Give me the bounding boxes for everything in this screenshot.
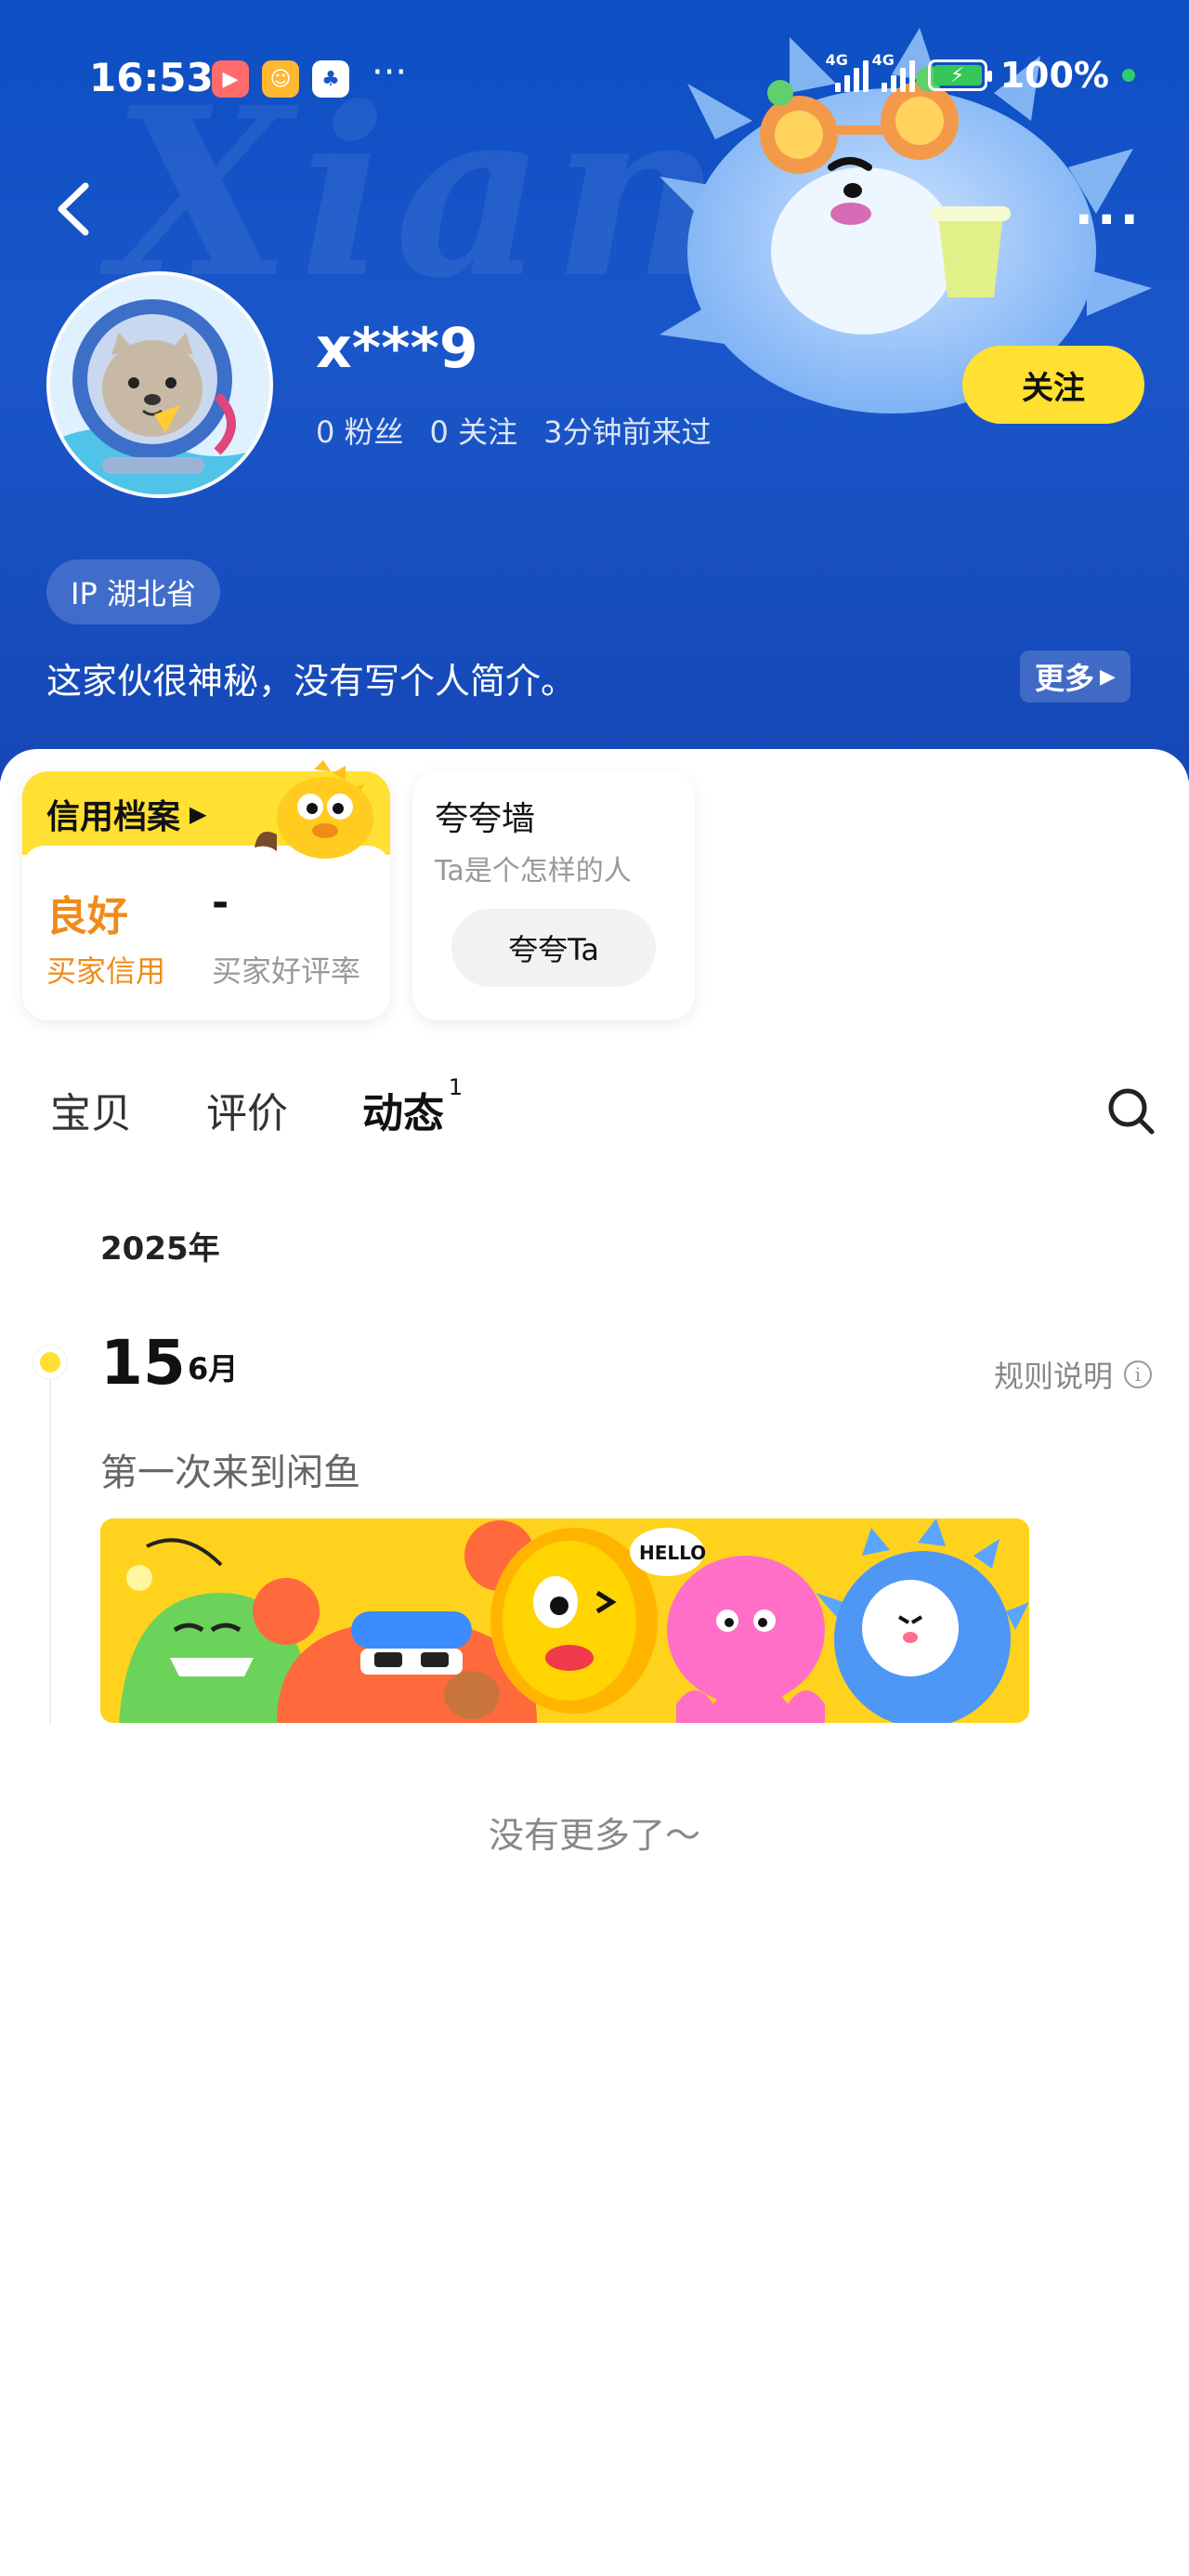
profile-header: Xianyu 16:53 ▶ ☺ ♣ ··· 4G 4G ⚡ 100% ··· … [0, 0, 1189, 781]
buyer-credit-label: 买家信用 [46, 953, 166, 989]
caret-right-icon: ▶ [1100, 664, 1116, 689]
status-time: 16:53 [89, 55, 214, 100]
status-app-icons: ▶ ☺ ♣ [212, 60, 349, 98]
more-button[interactable]: 更多 ▶ [1020, 651, 1130, 703]
profile-tabs: 宝贝 评价 动态 1 [50, 1074, 463, 1139]
avatar[interactable] [46, 271, 273, 498]
status-bar: 16:53 ▶ ☺ ♣ ··· 4G 4G ⚡ 100% [0, 51, 1189, 107]
username: x***9 [316, 316, 478, 381]
battery-icon: ⚡ [927, 59, 992, 91]
tab-activity[interactable]: 动态 1 [362, 1074, 463, 1139]
tab-activity-label: 动态 [362, 1090, 444, 1137]
status-indicators: 4G 4G ⚡ 100% [826, 51, 1135, 96]
tab-activity-badge: 1 [448, 1074, 463, 1100]
more-options-icon[interactable]: ··· [1074, 191, 1143, 249]
battery-percent: 100% [1000, 55, 1109, 96]
timeline-month: 6月 [188, 1351, 239, 1387]
network-type-label: 4G [871, 51, 895, 69]
tab-reviews[interactable]: 评价 [206, 1080, 288, 1139]
back-arrow-icon[interactable] [46, 177, 102, 242]
profile-bio: 这家伙很神秘，没有写个人简介。 [46, 661, 577, 702]
praise-wall-subtitle: Ta是个怎样的人 [435, 855, 632, 887]
timeline-year: 2025年 [100, 1230, 220, 1268]
hello-bubble-text: HELLO [639, 1542, 706, 1564]
buyer-rating-label: 买家好评率 [212, 953, 361, 989]
network-type-label: 4G [825, 51, 848, 69]
info-icon: i [1124, 1360, 1152, 1388]
signal-icon: 4G [872, 51, 915, 92]
timeline-event-text: 第一次来到闲鱼 [100, 1452, 360, 1494]
buyer-rating-value: - [212, 879, 229, 927]
praise-wall-card[interactable]: 夸夸墙 Ta是个怎样的人 夸夸Ta [412, 771, 695, 1020]
seal-astronaut-avatar-icon [50, 275, 269, 494]
chat-app-icon: ☺ [262, 60, 299, 98]
video-app-icon: ▶ [212, 60, 249, 98]
caret-right-icon: ▶ [189, 801, 207, 827]
fans-count[interactable]: 0 粉丝 [316, 409, 404, 452]
more-button-label: 更多 [1035, 661, 1095, 696]
welcome-mascots-banner[interactable]: HELLO [100, 1518, 1029, 1723]
rules-link-label: 规则说明 [993, 1359, 1113, 1394]
penguin-app-icon: ♣ [312, 60, 349, 98]
credit-card-title-text: 信用档案 [46, 798, 181, 836]
buyer-credit-value: 良好 [46, 893, 128, 940]
rules-link[interactable]: 规则说明 i [994, 1353, 1152, 1396]
praise-button[interactable]: 夸夸Ta [451, 909, 656, 987]
yellow-fish-mascot-icon [255, 760, 373, 859]
follow-button[interactable]: 关注 [962, 346, 1144, 424]
last-seen: 3分钟前来过 [543, 414, 712, 450]
credit-card-body: 良好 买家信用 - 买家好评率 [22, 846, 390, 1011]
tab-items[interactable]: 宝贝 [50, 1080, 132, 1139]
signal-icon: 4G [826, 51, 869, 92]
timeline-line [49, 1362, 51, 1725]
timeline-day: 15 [100, 1327, 186, 1399]
status-overflow-icon: ··· [372, 51, 408, 94]
credit-card-title: 信用档案 ▶ [46, 790, 206, 838]
mascot-group-illustration: HELLO [100, 1518, 1029, 1723]
timeline-dot [33, 1346, 67, 1379]
following-count[interactable]: 0 关注 [430, 409, 518, 452]
praise-wall-title: 夸夸墙 [435, 800, 536, 838]
search-icon[interactable] [1105, 1085, 1157, 1137]
privacy-indicator-dot [1122, 69, 1135, 82]
ip-location-badge: IP 湖北省 [46, 559, 220, 624]
profile-stats: 0 粉丝 0 关注 3分钟前来过 [316, 409, 711, 452]
end-of-list-text: 没有更多了～ [488, 1815, 700, 1856]
